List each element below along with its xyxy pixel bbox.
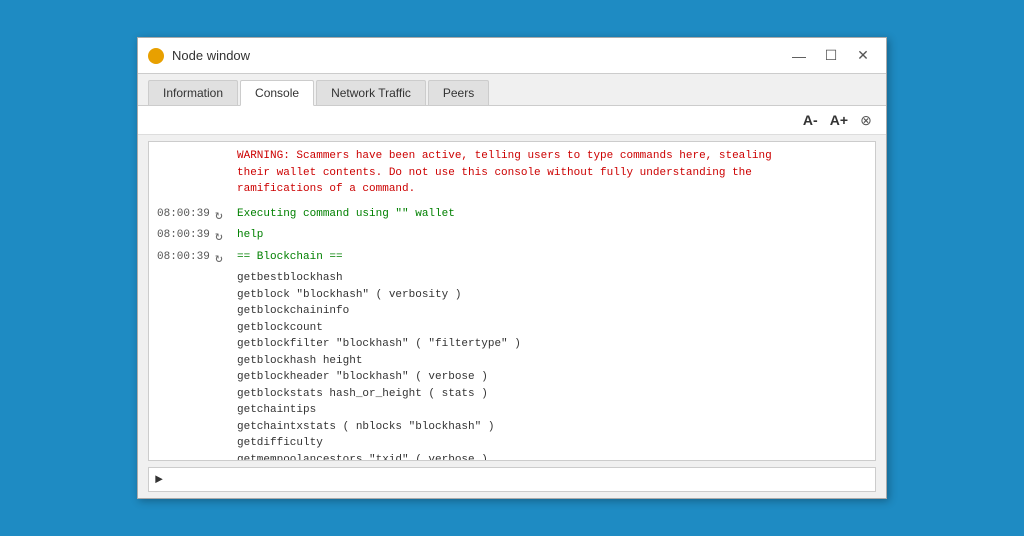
maximize-button[interactable]: ☐ (818, 45, 844, 67)
title-bar-left: Node window (148, 48, 250, 64)
help-item-11: getmempoolancestors "txid" ( verbose ) (237, 452, 867, 461)
help-item-8: getchaintips (237, 402, 867, 419)
minimize-button[interactable]: — (786, 45, 812, 67)
help-item-7: getblockstats hash_or_height ( stats ) (237, 386, 867, 403)
node-icon (148, 48, 164, 64)
help-item-5: getblockhash height (237, 353, 867, 370)
log-content-2: help (237, 227, 867, 244)
warning-message: WARNING: Scammers have been active, tell… (237, 148, 867, 198)
tab-information[interactable]: Information (148, 80, 238, 105)
title-bar: Node window — ☐ ✕ (138, 38, 886, 74)
tab-peers[interactable]: Peers (428, 80, 489, 105)
log-content-1: Executing command using "" wallet (237, 206, 867, 223)
tab-bar: Information Console Network Traffic Peer… (138, 74, 886, 106)
font-increase-button[interactable]: A+ (826, 110, 852, 130)
log-icon-3: ↻ (215, 249, 237, 269)
help-item-1: getblock "blockhash" ( verbosity ) (237, 287, 867, 304)
log-icon-1: ↻ (215, 206, 237, 226)
console-area: WARNING: Scammers have been active, tell… (148, 141, 876, 461)
window-title: Node window (172, 48, 250, 63)
console-input-row: ► (148, 467, 876, 492)
tab-network-traffic[interactable]: Network Traffic (316, 80, 426, 105)
log-content-3: == Blockchain == (237, 249, 867, 266)
help-item-9: getchaintxstats ( nblocks "blockhash" ) (237, 419, 867, 436)
help-item-3: getblockcount (237, 320, 867, 337)
help-item-0: getbestblockhash (237, 270, 867, 287)
log-time-2: 08:00:39 (157, 227, 215, 244)
log-line-3: 08:00:39 ↻ == Blockchain == (157, 249, 867, 269)
tab-console[interactable]: Console (240, 80, 314, 106)
help-item-4: getblockfilter "blockhash" ( "filtertype… (237, 336, 867, 353)
help-item-2: getblockchaininfo (237, 303, 867, 320)
console-input[interactable] (169, 474, 869, 486)
log-time-1: 08:00:39 (157, 206, 215, 223)
close-button[interactable]: ✕ (850, 45, 876, 67)
log-icon-2: ↻ (215, 227, 237, 247)
log-time-3: 08:00:39 (157, 249, 215, 266)
prompt-symbol: ► (155, 472, 163, 487)
node-window: Node window — ☐ ✕ Information Console Ne… (137, 37, 887, 499)
log-line-1: 08:00:39 ↻ Executing command using "" wa… (157, 206, 867, 226)
console-toolbar: A- A+ ⊗ (138, 106, 886, 135)
clear-console-button[interactable]: ⊗ (856, 110, 876, 130)
help-item-6: getblockheader "blockhash" ( verbose ) (237, 369, 867, 386)
log-line-2: 08:00:39 ↻ help (157, 227, 867, 247)
console-output[interactable]: WARNING: Scammers have been active, tell… (149, 142, 875, 460)
help-item-10: getdifficulty (237, 435, 867, 452)
font-decrease-button[interactable]: A- (799, 110, 822, 130)
title-controls: — ☐ ✕ (786, 45, 876, 67)
